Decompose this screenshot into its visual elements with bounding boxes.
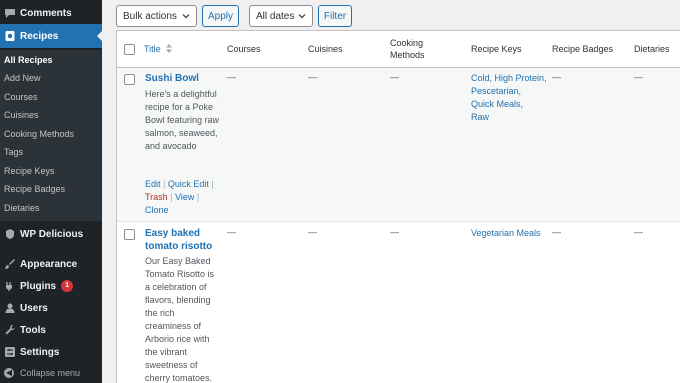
recipe-excerpt: Here's a delightful recipe for a Poke Bo… (145, 89, 220, 151)
plugins-update-badge: 1 (61, 280, 74, 292)
menu-tools-label: Tools (20, 324, 46, 336)
cooking-methods-cell: — (390, 227, 399, 237)
row-actions: Edit | Quick Edit | Trash | View | Clone (145, 178, 217, 217)
chevron-down-icon (182, 14, 190, 19)
recipe-key-link[interactable]: Vegetarian Meals (471, 228, 541, 238)
recipe-key-link[interactable]: Cold (471, 73, 490, 83)
wrench-icon (4, 324, 16, 336)
column-dietaries-header: Dietaries (634, 44, 670, 54)
action-separator: | (170, 192, 173, 202)
cooking-methods-line1: Cooking (390, 38, 424, 48)
table-row: Easy baked tomato risotto Our Easy Baked… (117, 222, 680, 383)
column-recipe-badges-header: Recipe Badges (552, 44, 614, 54)
column-recipe-keys-header: Recipe Keys (471, 44, 522, 54)
recipe-excerpt: Our Easy Baked Tomato Risotto is a celeb… (145, 256, 215, 383)
collapse-menu-button[interactable]: ◀ Collapse menu (4, 368, 80, 378)
date-filter-value: All dates (256, 10, 295, 22)
submenu-dietaries[interactable]: Dietaries (4, 203, 40, 213)
recipe-keys-cell: Vegetarian Meals (471, 227, 547, 240)
column-title-header[interactable]: Title (144, 43, 173, 55)
clone-link[interactable]: Clone (145, 205, 169, 215)
dietaries-cell: — (634, 227, 643, 237)
action-separator: | (196, 192, 200, 202)
row-checkbox[interactable] (124, 74, 135, 85)
recipe-key-link[interactable]: Pescetarian (471, 86, 519, 96)
menu-recipes[interactable]: Recipes (0, 24, 103, 48)
dietaries-cell: — (634, 72, 643, 82)
comment-bubble-icon (4, 7, 16, 19)
menu-comments-label: Comments (20, 7, 72, 19)
recipe-keys-cell: Cold, High Protein, Pescetarian, Quick M… (471, 73, 547, 122)
cooking-methods-line2: Methods (390, 50, 425, 60)
submenu-all-recipes[interactable]: All Recipes (4, 55, 53, 65)
chevron-down-icon (298, 14, 306, 19)
recipe-badges-cell: — (552, 72, 561, 82)
menu-wp-delicious-label: WP Delicious (20, 228, 84, 240)
recipe-title-link[interactable]: Sushi Bowl (145, 72, 225, 85)
filter-button[interactable]: Filter (318, 5, 352, 27)
recipes-table: Title Courses Cuisines Cooking Methods R… (116, 30, 680, 383)
date-filter-select[interactable]: All dates (249, 5, 313, 27)
cooking-methods-cell: — (390, 72, 399, 82)
submenu-tags[interactable]: Tags (4, 147, 23, 157)
edit-link[interactable]: Edit (145, 179, 161, 189)
cuisines-cell: — (308, 227, 317, 237)
menu-plugins[interactable]: Plugins 1 (0, 275, 102, 297)
menu-settings[interactable]: Settings (0, 341, 102, 363)
settings-sliders-icon (4, 346, 16, 358)
menu-plugins-label: Plugins (20, 280, 57, 292)
menu-tools[interactable]: Tools (0, 319, 102, 341)
user-icon (4, 302, 16, 314)
menu-appearance[interactable]: Appearance (0, 253, 102, 275)
action-separator: | (163, 179, 166, 189)
recipe-key-link[interactable]: Quick Meals (471, 99, 521, 109)
bulk-actions-value: Bulk actions (123, 10, 177, 22)
recipe-key-link[interactable]: Raw (471, 112, 489, 122)
plug-icon (4, 280, 16, 292)
submenu-cooking-methods[interactable]: Cooking Methods (4, 129, 74, 139)
row-checkbox[interactable] (124, 229, 135, 240)
view-link[interactable]: View (175, 192, 194, 202)
collapse-menu-label: Collapse menu (20, 368, 81, 378)
paintbrush-icon (4, 258, 16, 270)
column-courses-header: Courses (227, 44, 261, 54)
menu-comments[interactable]: Comments (0, 2, 102, 24)
wp-delicious-icon (4, 228, 16, 240)
admin-sidebar: Comments Recipes All Recipes Add New Cou… (0, 0, 103, 383)
courses-cell: — (227, 72, 236, 82)
menu-recipes-label: Recipes (20, 30, 59, 42)
recipe-book-icon (4, 30, 16, 42)
menu-wp-delicious[interactable]: WP Delicious (0, 223, 102, 245)
courses-cell: — (227, 227, 236, 237)
trash-link[interactable]: Trash (145, 192, 168, 202)
recipe-key-link[interactable]: High Protein (495, 73, 545, 83)
cuisines-cell: — (308, 72, 317, 82)
submenu-recipe-badges[interactable]: Recipe Badges (4, 184, 65, 194)
table-row: Sushi Bowl Here's a delightful recipe fo… (117, 68, 680, 222)
bulk-actions-select[interactable]: Bulk actions (116, 5, 197, 27)
menu-users-label: Users (20, 302, 48, 314)
submenu-add-new[interactable]: Add New (4, 73, 41, 83)
column-title-label: Title (144, 44, 161, 54)
recipes-submenu: All Recipes Add New Courses Cuisines Coo… (0, 50, 102, 221)
sort-arrows-icon (166, 44, 173, 53)
column-cuisines-header: Cuisines (308, 44, 343, 54)
submenu-cuisines[interactable]: Cuisines (4, 110, 39, 120)
menu-users[interactable]: Users (0, 297, 102, 319)
table-header: Title Courses Cuisines Cooking Methods R… (117, 31, 680, 68)
select-all-checkbox[interactable] (124, 44, 135, 55)
apply-button[interactable]: Apply (202, 5, 239, 27)
submenu-recipe-keys[interactable]: Recipe Keys (4, 166, 55, 176)
recipe-title-link[interactable]: Easy baked tomato risotto (145, 227, 225, 253)
action-separator: | (211, 179, 214, 189)
menu-appearance-label: Appearance (20, 258, 78, 270)
recipe-badges-cell: — (552, 227, 561, 237)
collapse-arrow-icon: ◀ (4, 368, 14, 378)
menu-settings-label: Settings (20, 346, 60, 358)
column-cooking-methods-header: Cooking Methods (390, 37, 425, 61)
submenu-courses[interactable]: Courses (4, 92, 38, 102)
quick-edit-link[interactable]: Quick Edit (168, 179, 209, 189)
